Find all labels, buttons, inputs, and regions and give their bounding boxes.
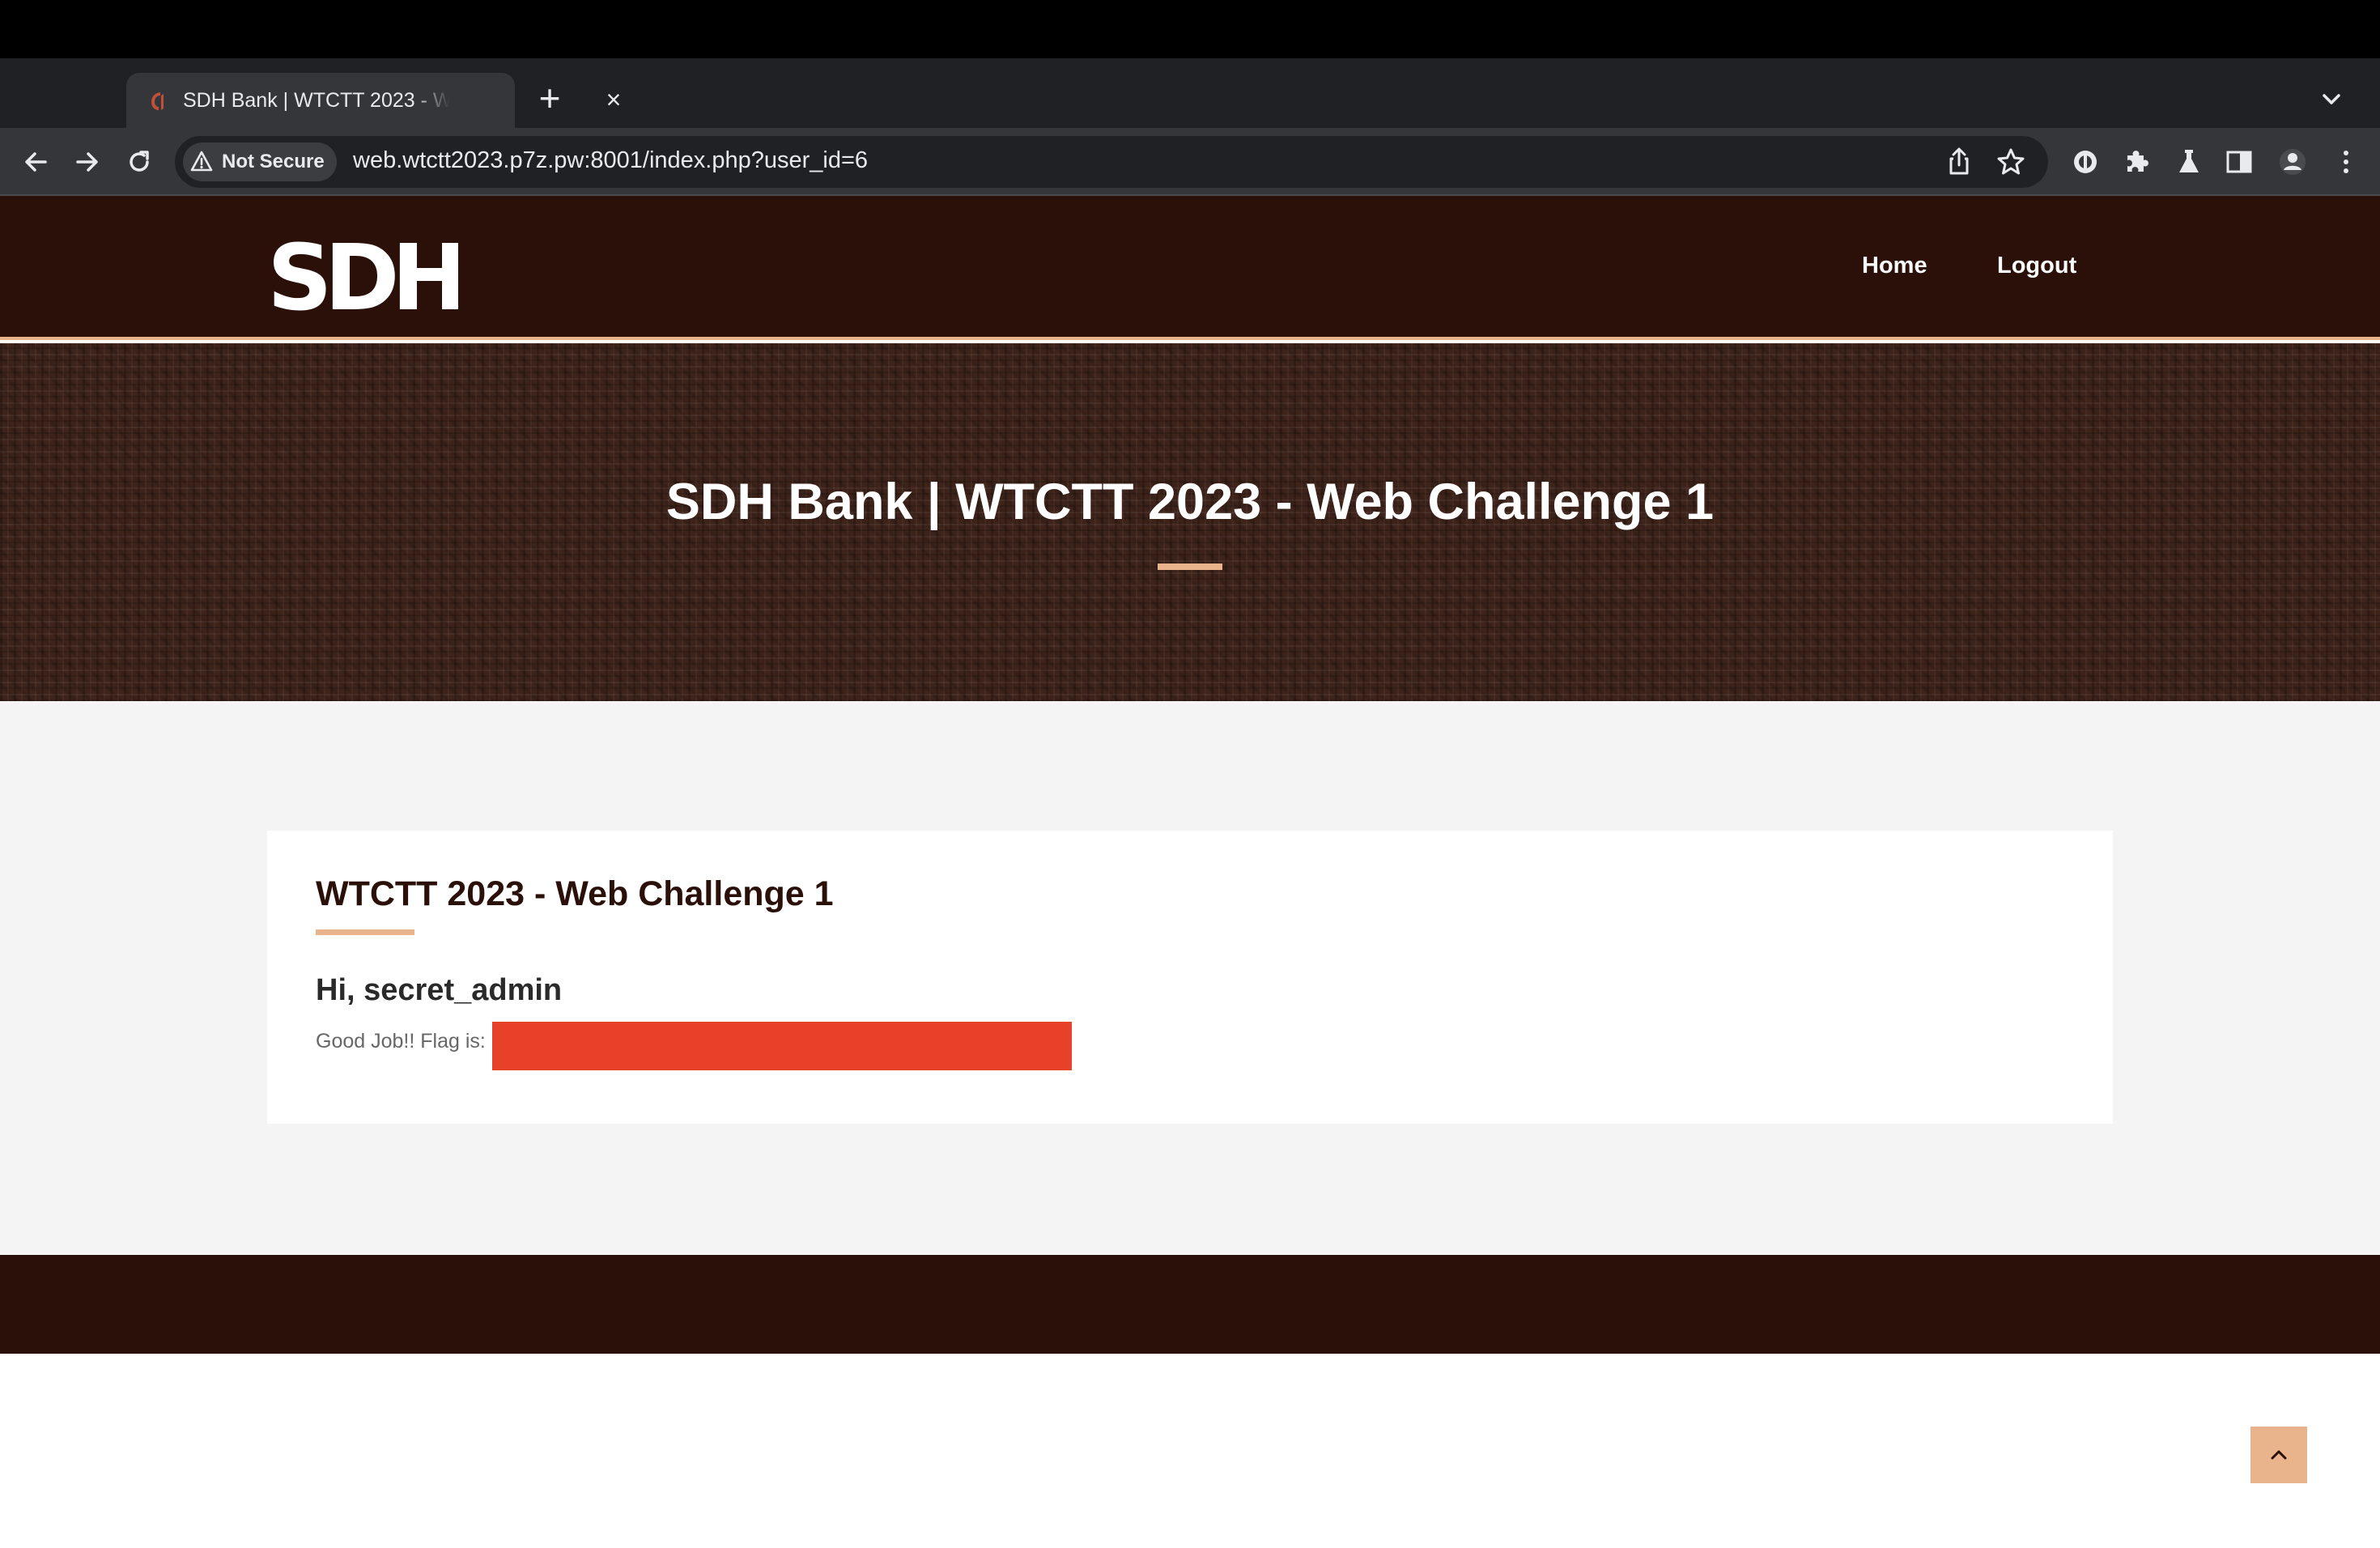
puzzle-icon[interactable] (2121, 146, 2153, 178)
nav-home-link[interactable]: Home (1862, 253, 1927, 279)
tab-list-chevron-icon[interactable] (2317, 84, 2346, 113)
bookmark-star-icon[interactable] (1995, 146, 2027, 178)
page-title: SDH Bank | WTCTT 2023 - Web Challenge 1 (665, 474, 1715, 530)
labs-flask-icon[interactable] (2173, 146, 2205, 178)
sdh-logo[interactable]: SDH (267, 232, 458, 319)
reload-icon[interactable] (123, 146, 155, 178)
flag-label: Good Job!! Flag is: (316, 1030, 486, 1053)
profile-icon[interactable] (2276, 146, 2309, 178)
back-to-top-button[interactable] (2250, 1427, 2307, 1483)
tab-close-icon[interactable]: × (601, 87, 627, 113)
site-footer (0, 1255, 2380, 1354)
card-title-underline (316, 929, 414, 935)
extension-a-icon[interactable] (2069, 146, 2102, 178)
security-chip-label: Not Secure (222, 151, 325, 172)
user-greeting: Hi, secret_admin (316, 973, 563, 1007)
title-underline (1158, 563, 1222, 570)
chevron-up-icon (2271, 1450, 2287, 1460)
screen-top-bar (0, 0, 2380, 58)
active-tab[interactable]: SDH Bank | WTCTT 2023 - Web Challenge 1 … (126, 73, 621, 128)
url-text[interactable]: web.wtctt2023.p7z.pw:8001/index.php?user… (353, 147, 868, 174)
side-panel-icon[interactable] (2223, 146, 2255, 178)
back-arrow-icon[interactable] (19, 146, 52, 178)
kebab-menu-icon[interactable] (2330, 146, 2362, 178)
tab-title: SDH Bank | WTCTT 2023 - Web Challenge 1 (183, 89, 450, 112)
card-title: WTCTT 2023 - Web Challenge 1 (316, 874, 834, 913)
site-favicon-icon (151, 92, 164, 110)
flag-redacted-value (492, 1022, 1072, 1070)
warning-triangle-icon (190, 151, 213, 172)
svg-text:SDH: SDH (267, 232, 458, 319)
forward-arrow-icon[interactable] (71, 146, 104, 178)
share-icon[interactable] (1943, 146, 1975, 178)
nav-logout-link[interactable]: Logout (1997, 253, 2076, 279)
new-tab-button[interactable]: + (531, 79, 568, 118)
